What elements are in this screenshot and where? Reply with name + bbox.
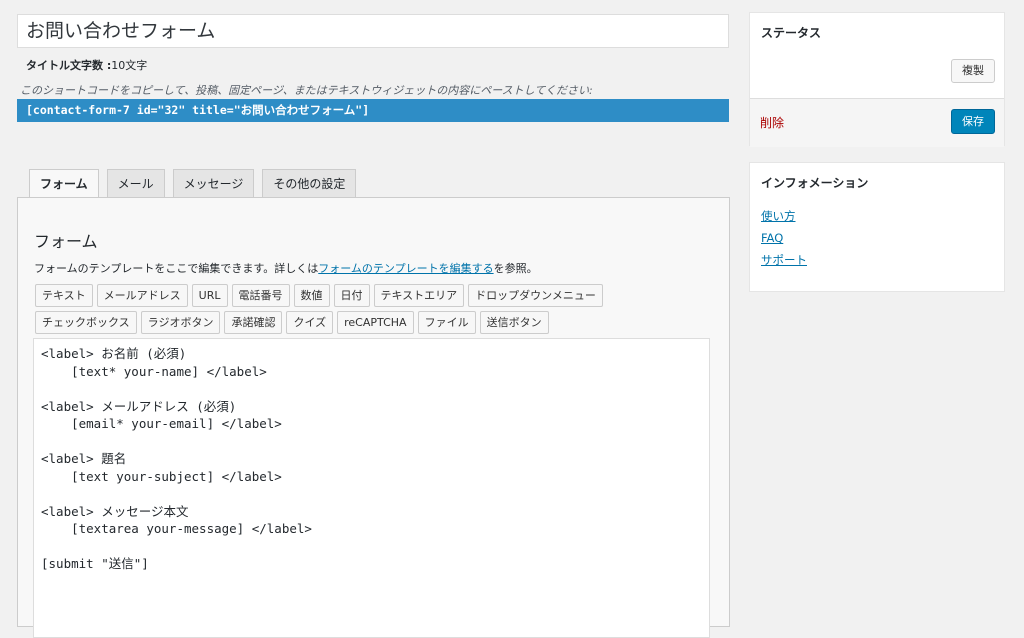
char-count-value: 10文字 bbox=[111, 59, 148, 72]
tab-additional-settings[interactable]: その他の設定 bbox=[262, 169, 357, 197]
tag-generator-row-2: チェックボックス ラジオボタン 承諾確認 クイズ reCAPTCHA ファイル … bbox=[35, 311, 553, 334]
tag-button-quiz[interactable]: クイズ bbox=[286, 311, 334, 334]
tag-button-submit[interactable]: 送信ボタン bbox=[479, 311, 549, 334]
tab-bar: フォーム メール メッセージ その他の設定 bbox=[29, 169, 364, 198]
tag-button-url[interactable]: URL bbox=[191, 284, 228, 307]
tab-messages[interactable]: メッセージ bbox=[172, 169, 255, 197]
tag-button-date[interactable]: 日付 bbox=[333, 284, 370, 307]
information-box-title: インフォメーション bbox=[761, 176, 869, 190]
edit-template-link[interactable]: フォームのテンプレートを編集する bbox=[318, 262, 493, 275]
form-panel-description: フォームのテンプレートをここで編集できます。詳しくはフォームのテンプレートを編集… bbox=[34, 260, 538, 276]
duplicate-button[interactable]: 複製 bbox=[951, 59, 995, 83]
status-box-title: ステータス bbox=[761, 26, 822, 40]
title-char-count: タイトル文字数 :10文字 bbox=[26, 57, 147, 73]
tag-button-file[interactable]: ファイル bbox=[417, 311, 476, 334]
tag-button-tel[interactable]: 電話番号 bbox=[231, 284, 290, 307]
shortcode-field[interactable]: [contact-form-7 id="32" title="お問い合わせフォー… bbox=[17, 99, 729, 122]
tag-button-checkbox[interactable]: チェックボックス bbox=[35, 311, 137, 334]
tab-mail[interactable]: メール bbox=[106, 169, 165, 197]
tab-form[interactable]: フォーム bbox=[29, 169, 99, 198]
tag-button-dropdown[interactable]: ドロップダウンメニュー bbox=[468, 284, 603, 307]
tag-button-acceptance[interactable]: 承諾確認 bbox=[224, 311, 283, 334]
support-link[interactable]: サポート bbox=[761, 252, 807, 268]
delete-link[interactable]: 削除 bbox=[760, 114, 784, 131]
tag-button-recaptcha[interactable]: reCAPTCHA bbox=[337, 311, 414, 334]
title-input[interactable]: お問い合わせフォーム bbox=[17, 14, 729, 48]
char-count-label: タイトル文字数 : bbox=[26, 59, 112, 72]
desc-text-after: を参照。 bbox=[493, 262, 538, 275]
tag-generator-row-1: テキスト メールアドレス URL 電話番号 数値 日付 テキストエリア ドロップ… bbox=[35, 284, 607, 307]
tag-button-number[interactable]: 数値 bbox=[293, 284, 330, 307]
tag-button-textarea[interactable]: テキストエリア bbox=[373, 284, 465, 307]
docs-link[interactable]: 使い方 bbox=[761, 208, 796, 224]
tag-button-text[interactable]: テキスト bbox=[35, 284, 93, 307]
status-box: ステータス 複製 削除 保存 bbox=[749, 12, 1005, 147]
shortcode-description: このショートコードをコピーして、投稿、固定ページ、またはテキストウィジェットの内… bbox=[20, 84, 593, 97]
form-panel: フォーム フォームのテンプレートをここで編集できます。詳しくはフォームのテンプレ… bbox=[17, 197, 730, 638]
tag-button-radio[interactable]: ラジオボタン bbox=[140, 311, 221, 334]
desc-text-before: フォームのテンプレートをここで編集できます。詳しくは bbox=[34, 262, 319, 275]
tag-button-email[interactable]: メールアドレス bbox=[96, 284, 188, 307]
save-button[interactable]: 保存 bbox=[951, 109, 995, 134]
information-box: インフォメーション 使い方 FAQ サポート bbox=[749, 162, 1005, 292]
form-panel-heading: フォーム bbox=[34, 232, 98, 251]
status-box-footer: 削除 保存 bbox=[750, 98, 1004, 147]
faq-link[interactable]: FAQ bbox=[761, 231, 783, 245]
form-template-editor[interactable]: <label> お名前 (必須) [text* your-name] </lab… bbox=[33, 338, 710, 638]
